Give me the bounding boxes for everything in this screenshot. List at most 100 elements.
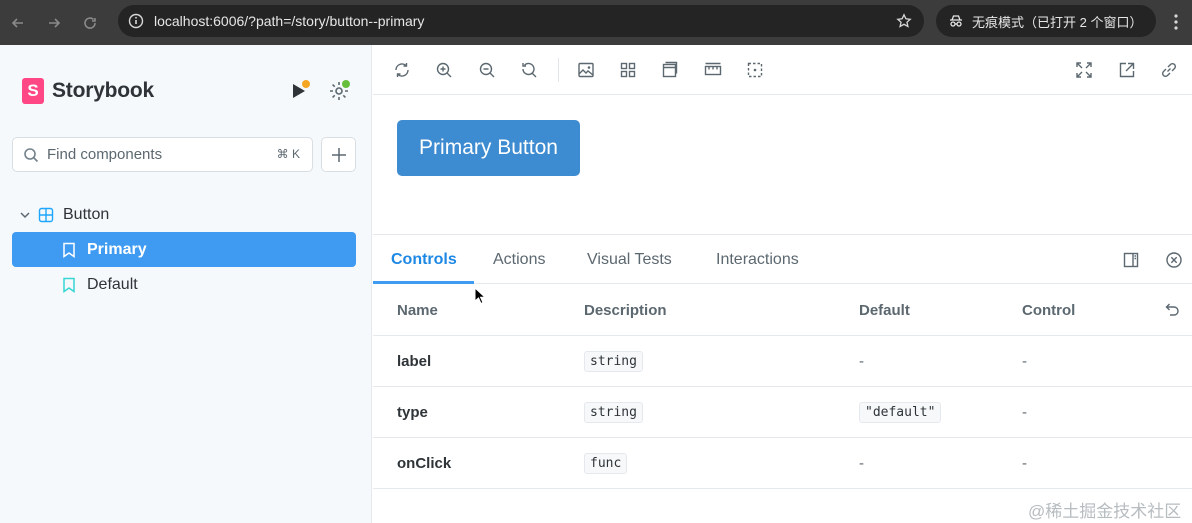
- sidebar-alt-icon: [1123, 252, 1139, 268]
- star-icon[interactable]: [896, 13, 912, 29]
- arg-name: label: [397, 353, 432, 370]
- zoom-out-icon: [479, 62, 495, 78]
- panel-orientation-button[interactable]: [1122, 251, 1140, 269]
- incognito-badge[interactable]: 无痕模式（已打开 2 个窗口）: [936, 5, 1156, 37]
- arg-default: "default": [859, 402, 942, 423]
- arrow-left-icon: [11, 17, 23, 28]
- arg-name: type: [397, 404, 428, 421]
- ruler-icon: [704, 62, 722, 76]
- tree-item-default[interactable]: Default: [12, 267, 356, 302]
- fullscreen-button[interactable]: [1075, 61, 1093, 79]
- tab-visual-tests[interactable]: Visual Tests: [587, 235, 672, 284]
- grid-button[interactable]: [619, 61, 637, 79]
- arg-control: -: [1022, 455, 1027, 472]
- header-control: Control: [1022, 302, 1076, 319]
- notification-dot: [302, 80, 310, 88]
- search-box[interactable]: ⌘ K: [12, 137, 313, 172]
- incognito-label: 无痕模式（已打开 2 个窗口）: [972, 14, 1143, 30]
- mouse-cursor-icon: [474, 287, 486, 305]
- header-description: Description: [584, 302, 667, 319]
- browser-icon: [662, 61, 678, 78]
- arrow-right-icon: [49, 17, 61, 28]
- tree-group-label: Button: [63, 206, 110, 223]
- arg-type: string: [584, 351, 643, 372]
- table-row: onClick func - -: [373, 438, 1192, 489]
- background-button[interactable]: [577, 61, 595, 79]
- incognito-icon: [950, 15, 962, 27]
- back-button[interactable]: [0, 0, 36, 45]
- chevron-down-icon: [20, 212, 30, 219]
- preview-toolbar: [373, 45, 1192, 95]
- settings-button[interactable]: [328, 80, 350, 102]
- url-text: localhost:6006/?path=/story/button--prim…: [154, 13, 425, 29]
- forward-button[interactable]: [36, 0, 72, 45]
- copy-link-button[interactable]: [1160, 61, 1178, 79]
- arg-default: -: [859, 455, 864, 472]
- tab-interactions[interactable]: Interactions: [716, 235, 799, 284]
- arg-type: string: [584, 402, 643, 423]
- undo-icon[interactable]: [1164, 301, 1180, 317]
- photo-icon: [578, 62, 594, 78]
- header-default: Default: [859, 302, 910, 319]
- grid-icon: [620, 62, 636, 78]
- tree-group-button[interactable]: Button: [18, 203, 109, 227]
- arg-default: -: [859, 353, 864, 370]
- tab-controls[interactable]: Controls: [391, 235, 457, 284]
- tab-actions[interactable]: Actions: [493, 235, 545, 284]
- table-row: type string "default" -: [373, 387, 1192, 438]
- more-menu-icon[interactable]: [1168, 12, 1184, 32]
- status-dot: [342, 80, 350, 88]
- arg-control: -: [1022, 353, 1027, 370]
- measure-button[interactable]: [704, 61, 722, 79]
- bookmark-icon: [63, 242, 75, 258]
- sidebar: S Storybook ⌘ K Button Primary Default: [0, 45, 372, 523]
- tree-item-label: Primary: [87, 240, 147, 258]
- sync-icon: [395, 63, 409, 77]
- zoom-in-button[interactable]: [435, 61, 453, 79]
- bookmark-icon: [63, 277, 75, 293]
- watermark: @稀土掘金技术社区: [1028, 502, 1182, 521]
- open-new-tab-button[interactable]: [1118, 61, 1136, 79]
- plus-icon: [331, 147, 346, 162]
- browser-chrome: localhost:6006/?path=/story/button--prim…: [0, 0, 1192, 45]
- addon-tabs: Controls Actions Visual Tests Interactio…: [373, 234, 1192, 284]
- whats-new-button[interactable]: [288, 80, 310, 102]
- story-canvas: Primary Button: [373, 96, 1192, 234]
- table-header-row: Name Description Default Control: [373, 285, 1192, 336]
- primary-button[interactable]: Primary Button: [397, 120, 580, 176]
- search-input[interactable]: [47, 146, 267, 163]
- close-circle-icon: [1166, 252, 1182, 268]
- outline-button[interactable]: [746, 61, 764, 79]
- reload-icon: [84, 16, 96, 29]
- storybook-logo-icon: S: [22, 78, 44, 104]
- add-story-button[interactable]: [321, 137, 356, 172]
- zoom-out-button[interactable]: [478, 61, 496, 79]
- component-icon: [38, 207, 54, 223]
- active-tab-indicator: [373, 281, 474, 284]
- zoom-in-icon: [436, 62, 452, 78]
- main-panel: Primary Button Controls Actions Visual T…: [373, 45, 1192, 523]
- header-name: Name: [397, 302, 438, 319]
- args-table: Name Description Default Control label s…: [373, 285, 1192, 489]
- arg-control: -: [1022, 404, 1027, 421]
- address-bar[interactable]: localhost:6006/?path=/story/button--prim…: [118, 5, 924, 37]
- zoom-reset-button[interactable]: [520, 61, 538, 79]
- reload-button[interactable]: [72, 0, 108, 45]
- expand-icon: [1076, 62, 1092, 78]
- info-icon[interactable]: [128, 13, 144, 29]
- storybook-brand[interactable]: S Storybook: [22, 78, 154, 104]
- outline-icon: [747, 62, 763, 78]
- close-panel-button[interactable]: [1165, 251, 1183, 269]
- link-icon: [1161, 62, 1177, 78]
- zoom-reset-icon: [522, 62, 537, 78]
- tree-item-label: Default: [87, 275, 138, 293]
- search-shortcut: ⌘ K: [276, 147, 300, 161]
- arg-name: onClick: [397, 455, 452, 472]
- viewport-button[interactable]: [661, 61, 679, 79]
- toolbar-divider: [558, 58, 559, 82]
- search-icon: [24, 147, 39, 162]
- brand-name: Storybook: [52, 79, 155, 102]
- arg-type: func: [584, 453, 628, 474]
- remount-button[interactable]: [393, 61, 411, 79]
- tree-item-primary[interactable]: Primary: [12, 232, 356, 267]
